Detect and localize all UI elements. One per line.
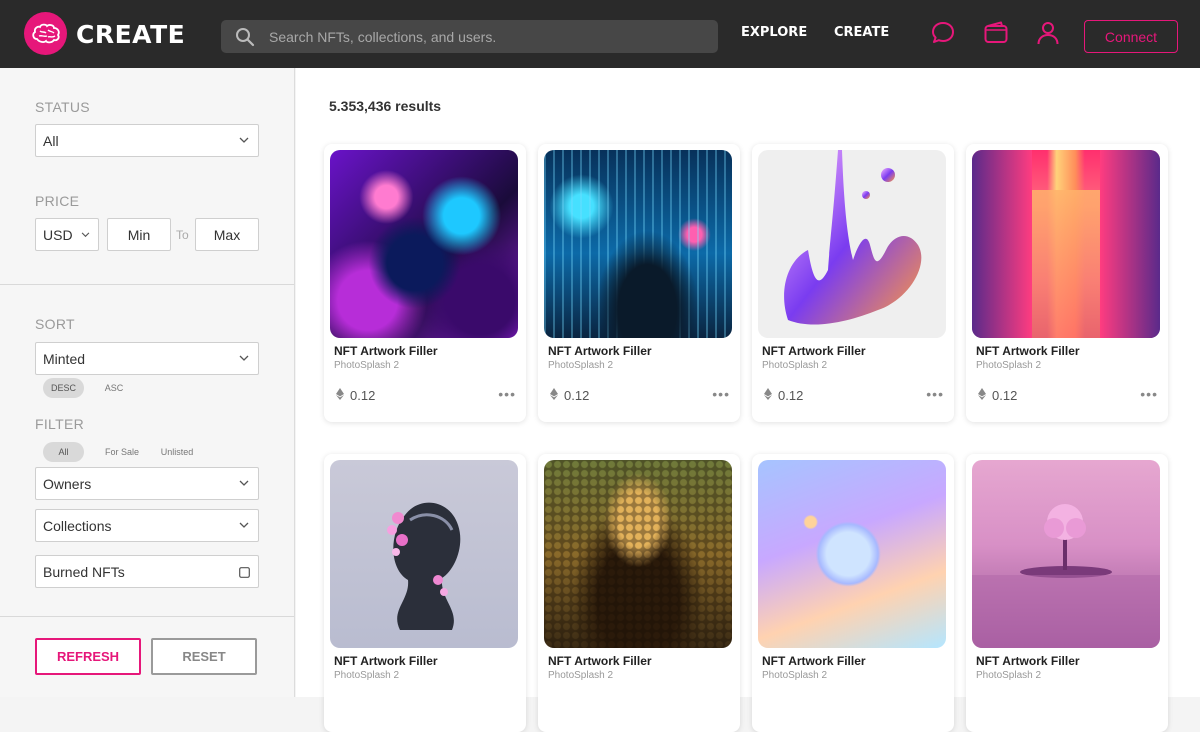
- search-icon: [236, 28, 255, 47]
- filter-label: FILTER: [35, 416, 84, 432]
- nft-title[interactable]: NFT Artwork Filler: [976, 654, 1080, 668]
- nft-collection[interactable]: PhotoSplash 2: [548, 360, 613, 371]
- brain-logo-icon[interactable]: [24, 12, 67, 55]
- refresh-button[interactable]: REFRESH: [35, 638, 141, 675]
- sort-select-value: Minted: [43, 350, 86, 367]
- ethereum-icon: [550, 388, 558, 400]
- nft-price: 0.12: [992, 388, 1018, 403]
- status-label: STATUS: [35, 99, 90, 115]
- burned-nfts-label: Burned NFTs: [43, 563, 125, 580]
- sort-desc-toggle[interactable]: DESC: [43, 378, 84, 398]
- ethereum-icon: [764, 388, 772, 400]
- currency-select[interactable]: USD: [35, 218, 99, 251]
- nft-artwork-image[interactable]: [544, 150, 732, 338]
- nft-card[interactable]: NFT Artwork Filler PhotoSplash 2: [324, 454, 526, 732]
- sort-select[interactable]: Minted: [35, 342, 259, 375]
- filter-tab-unlisted[interactable]: Unlisted: [154, 442, 200, 462]
- filter-sidebar: STATUS All PRICE USD Min To Max SORT Min…: [0, 68, 295, 697]
- nft-collection[interactable]: PhotoSplash 2: [334, 360, 399, 371]
- more-options-icon[interactable]: •••: [926, 386, 944, 402]
- currency-value: USD: [43, 226, 73, 243]
- top-navbar: CREATE EXPLORE CREATE Connect: [0, 0, 1200, 68]
- search-bar[interactable]: [221, 20, 718, 53]
- nft-title[interactable]: NFT Artwork Filler: [334, 654, 438, 668]
- nft-card[interactable]: NFT Artwork Filler PhotoSplash 2 0.12 ••…: [324, 144, 526, 422]
- chevron-down-icon: [239, 355, 249, 361]
- filter-tab-for-sale[interactable]: For Sale: [98, 442, 146, 462]
- ethereum-icon: [978, 388, 986, 400]
- price-max-input[interactable]: Max: [195, 218, 259, 251]
- sort-asc-toggle[interactable]: ASC: [94, 378, 134, 398]
- status-select-value: All: [43, 132, 59, 149]
- status-select[interactable]: All: [35, 124, 259, 157]
- reset-button[interactable]: RESET: [151, 638, 257, 675]
- liquid-sculpture-graphic: [784, 150, 922, 325]
- nft-collection[interactable]: PhotoSplash 2: [334, 670, 399, 681]
- sidebar-divider: [0, 616, 294, 617]
- tree-island-graphic: [972, 504, 1160, 648]
- search-input[interactable]: [269, 20, 709, 53]
- chat-icon[interactable]: [930, 20, 956, 46]
- collections-select-label: Collections: [43, 517, 112, 534]
- nft-card[interactable]: NFT Artwork Filler PhotoSplash 2 0.12 ••…: [752, 144, 954, 422]
- nft-price: 0.12: [778, 388, 804, 403]
- chevron-down-icon: [239, 522, 249, 528]
- nft-title[interactable]: NFT Artwork Filler: [976, 344, 1080, 358]
- nft-card[interactable]: NFT Artwork Filler PhotoSplash 2 0.12 ••…: [966, 144, 1168, 422]
- brand-name[interactable]: CREATE: [76, 20, 185, 49]
- nft-artwork-image[interactable]: [544, 460, 732, 648]
- nft-card[interactable]: NFT Artwork Filler PhotoSplash 2: [752, 454, 954, 732]
- nft-artwork-image[interactable]: [758, 460, 946, 648]
- nft-collection[interactable]: PhotoSplash 2: [762, 360, 827, 371]
- price-to-label: To: [176, 228, 189, 242]
- price-min-input[interactable]: Min: [107, 218, 171, 251]
- nft-artwork-image[interactable]: [972, 150, 1160, 338]
- nft-price: 0.12: [350, 388, 376, 403]
- collections-select[interactable]: Collections: [35, 509, 259, 542]
- more-options-icon[interactable]: •••: [1140, 386, 1158, 402]
- nft-collection[interactable]: PhotoSplash 2: [762, 670, 827, 681]
- results-area: 5.353,436 results NFT Artwork Filler Pho…: [296, 68, 1200, 732]
- checkbox-icon[interactable]: [239, 567, 250, 578]
- chevron-down-icon: [81, 232, 90, 238]
- ethereum-icon: [336, 388, 344, 400]
- nav-explore-link[interactable]: EXPLORE: [741, 25, 807, 40]
- nft-collection[interactable]: PhotoSplash 2: [976, 670, 1041, 681]
- chevron-down-icon: [239, 137, 249, 143]
- nft-collection[interactable]: PhotoSplash 2: [976, 360, 1041, 371]
- wallet-icon[interactable]: [983, 20, 1009, 46]
- sort-label: SORT: [35, 316, 75, 332]
- results-count: 5.353,436 results: [329, 98, 442, 114]
- nft-title[interactable]: NFT Artwork Filler: [762, 344, 866, 358]
- nav-create-link[interactable]: CREATE: [834, 25, 889, 40]
- nft-collection[interactable]: PhotoSplash 2: [548, 670, 613, 681]
- burned-nfts-option[interactable]: Burned NFTs: [35, 555, 259, 588]
- price-label: PRICE: [35, 193, 80, 209]
- connect-button[interactable]: Connect: [1084, 20, 1178, 53]
- more-options-icon[interactable]: •••: [498, 386, 516, 402]
- nft-title[interactable]: NFT Artwork Filler: [762, 654, 866, 668]
- nft-card[interactable]: NFT Artwork Filler PhotoSplash 2 0.12 ••…: [538, 144, 740, 422]
- user-icon[interactable]: [1035, 20, 1061, 46]
- nft-card[interactable]: NFT Artwork Filler PhotoSplash 2: [966, 454, 1168, 732]
- nft-title[interactable]: NFT Artwork Filler: [548, 344, 652, 358]
- owners-select[interactable]: Owners: [35, 467, 259, 500]
- chevron-down-icon: [239, 480, 249, 486]
- nft-title[interactable]: NFT Artwork Filler: [334, 344, 438, 358]
- more-options-icon[interactable]: •••: [712, 386, 730, 402]
- owners-select-label: Owners: [43, 475, 92, 492]
- nft-artwork-image[interactable]: [758, 150, 946, 338]
- sidebar-divider: [0, 284, 294, 285]
- nft-artwork-image[interactable]: [972, 460, 1160, 648]
- nft-price: 0.12: [564, 388, 590, 403]
- nft-artwork-image[interactable]: [330, 150, 518, 338]
- nft-artwork-image[interactable]: [330, 460, 518, 648]
- nft-card[interactable]: NFT Artwork Filler PhotoSplash 2: [538, 454, 740, 732]
- chrome-head-graphic: [387, 502, 461, 630]
- filter-tab-all[interactable]: All: [43, 442, 84, 462]
- nft-title[interactable]: NFT Artwork Filler: [548, 654, 652, 668]
